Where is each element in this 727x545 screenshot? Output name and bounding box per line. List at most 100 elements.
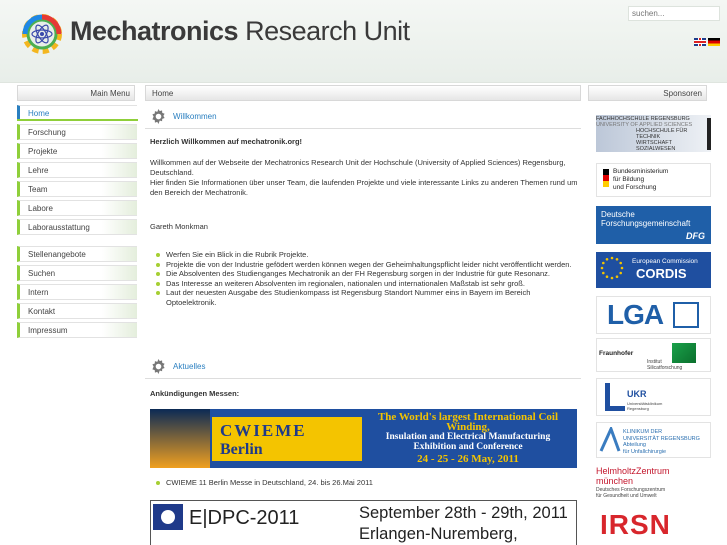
irsn-logo-text: IRSN bbox=[600, 509, 671, 540]
news-section-title: Aktuelles bbox=[145, 356, 581, 378]
sponsor-text-line: SOZIALWESEN bbox=[636, 146, 676, 152]
welcome-heading: Herzlich Willkommen auf mechatronik.org! bbox=[150, 137, 303, 146]
sponsor-text-line: Silicatforschung bbox=[647, 365, 683, 371]
welcome-paragraph-2: Hier finden Sie Informationen über unser… bbox=[150, 178, 578, 197]
nav-item-stellenangebote[interactable]: Stellenangebote bbox=[17, 246, 137, 262]
sponsor-text-line: für Bildung bbox=[613, 176, 645, 183]
fh-logo-bar bbox=[707, 118, 711, 150]
sponsor-irsn[interactable]: IRSN bbox=[596, 509, 711, 545]
sponsor-fraunhofer[interactable]: Fraunhofer Institut Silicatforschung bbox=[596, 338, 711, 372]
ukr-logo-icon bbox=[605, 383, 625, 411]
list-item: Werfen Sie ein Blick in die Rubrik Proje… bbox=[150, 250, 581, 260]
sponsor-helmholtz[interactable]: HelmholtzZentrum münchen Deutsches Forsc… bbox=[596, 464, 711, 500]
sponsors-header: Sponsoren bbox=[588, 85, 707, 101]
nav-item-suchen[interactable]: Suchen bbox=[17, 265, 137, 281]
divider bbox=[145, 378, 581, 379]
sponsor-text-line: Forschungsgemeinschaft bbox=[601, 219, 691, 228]
list-item[interactable]: CWIEME 11 Berlin Messe in Deutschland, 2… bbox=[150, 478, 586, 488]
klinikum-logo-icon bbox=[599, 427, 621, 452]
welcome-title: Willkommen bbox=[173, 112, 217, 121]
cwieme-city: Berlin bbox=[220, 441, 263, 458]
gear-icon bbox=[152, 109, 165, 124]
edpc-date: September 28th - 29th, 2011 bbox=[359, 504, 568, 522]
sponsor-text: FACHHOCHSCHULE REGENSBURG UNIVERSITY OF … bbox=[596, 116, 711, 152]
nav-item-lehre[interactable]: Lehre bbox=[17, 162, 137, 178]
main-content: Willkommen Herzlich Willkommen auf mecha… bbox=[145, 106, 581, 308]
edpc-logo-text: E|DPC-2011 bbox=[189, 507, 300, 529]
signature: Gareth Monkman bbox=[150, 222, 208, 231]
main-menu: Home Forschung Projekte Lehre Team Labor… bbox=[17, 105, 138, 238]
list-item: Laut der neuesten Ausgabe des Studienkom… bbox=[150, 288, 581, 307]
sponsor-text-line: Fraunhofer bbox=[599, 350, 634, 357]
sponsor-text-line: Bundesministerium bbox=[613, 168, 669, 175]
lga-logo-text: LGA bbox=[607, 299, 664, 330]
german-flag-icon[interactable] bbox=[708, 38, 720, 46]
german-flag-icon bbox=[603, 169, 609, 187]
site-title-rest: Research Unit bbox=[238, 16, 410, 46]
nav-item-home[interactable]: Home bbox=[17, 105, 138, 121]
nav-item-team[interactable]: Team bbox=[17, 181, 137, 197]
sponsor-cordis[interactable]: European Commission CORDIS bbox=[596, 252, 711, 288]
site-title-bold: Mechatronics bbox=[70, 16, 239, 46]
sponsor-text: Deutsches Forschungszentrum für Gesundhe… bbox=[596, 487, 665, 499]
sponsor-text: KLINIKUM DER UNIVERSITÄT REGENSBURG Abte… bbox=[623, 429, 700, 455]
news-title: Aktuelles bbox=[173, 362, 206, 371]
secondary-menu: Stellenangebote Suchen Intern Kontakt Im… bbox=[17, 246, 137, 341]
nav-item-forschung[interactable]: Forschung bbox=[17, 124, 137, 140]
sponsor-klinikum[interactable]: KLINIKUM DER UNIVERSITÄT REGENSBURG Abte… bbox=[596, 422, 711, 458]
lga-logo-icon bbox=[673, 302, 699, 328]
dfg-logo-text: DFG bbox=[686, 231, 705, 241]
edpc-location: Erlangen-Nuremberg, bbox=[359, 525, 518, 543]
logo-gear-icon[interactable] bbox=[20, 12, 64, 56]
banner-headline-2: Insulation and Electrical Manufacturing bbox=[385, 432, 551, 442]
sponsor-text: Deutsche Forschungsgemeinschaft bbox=[601, 210, 690, 228]
sponsor-text-line: für Gesundheit und Umwelt bbox=[596, 493, 657, 499]
sponsor-text: Bundesministerium für Bildung und Forsch… bbox=[613, 168, 668, 192]
gear-icon bbox=[152, 359, 165, 374]
banner-dates: 24 - 25 - 26 May, 2011 bbox=[417, 453, 519, 465]
cwieme-banner[interactable]: CWIEME Berlin The World's largest Intern… bbox=[150, 409, 577, 468]
sponsor-text: Universitätsklinikum Regensburg bbox=[627, 401, 662, 411]
breadcrumb[interactable]: Home bbox=[145, 85, 581, 101]
list-item: Das Interesse an weiteren Absolventen im… bbox=[150, 279, 581, 289]
sponsor-text-line: European Commission bbox=[632, 258, 698, 265]
sponsor-lga[interactable]: LGA bbox=[596, 296, 711, 334]
nav-item-projekte[interactable]: Projekte bbox=[17, 143, 137, 159]
welcome-paragraph-1: Willkommen auf der Webseite der Mechatro… bbox=[150, 158, 566, 177]
fraunhofer-logo-icon bbox=[672, 343, 696, 363]
news-list: CWIEME 11 Berlin Messe in Deutschland, 2… bbox=[145, 478, 586, 488]
ukr-logo-text: UKR bbox=[627, 389, 647, 399]
language-switcher bbox=[692, 38, 720, 56]
banner-headline-1: The World's largest International Coil W… bbox=[377, 411, 559, 433]
tower-image bbox=[150, 409, 210, 468]
site-header: Mechatronics Research Unit bbox=[0, 0, 727, 83]
helmholtz-logo-text: HelmholtzZentrum bbox=[596, 466, 670, 476]
site-title[interactable]: Mechatronics Research Unit bbox=[70, 16, 410, 47]
main-menu-header: Main Menu bbox=[17, 85, 135, 101]
banner-headline: The World's largest International Coil W… bbox=[362, 411, 574, 453]
search-input[interactable] bbox=[628, 6, 720, 21]
sponsor-text-line: und Forschung bbox=[613, 184, 657, 191]
sponsor-bmbf[interactable]: Bundesministerium für Bildung und Forsch… bbox=[596, 163, 711, 197]
list-item: Projekte die von der Industrie gefödert … bbox=[150, 260, 581, 270]
sponsor-fh-regensburg[interactable]: FACHHOCHSCHULE REGENSBURG UNIVERSITY OF … bbox=[596, 115, 711, 152]
welcome-section-title: Willkommen bbox=[145, 106, 581, 128]
nav-item-intern[interactable]: Intern bbox=[17, 284, 137, 300]
sponsor-text-line: für Unfallchirurgie bbox=[623, 448, 667, 455]
edpc-banner[interactable]: E|DPC-2011 September 28th - 29th, 2011 E… bbox=[150, 500, 577, 545]
list-item: Die Absolventen des Studienganges Mechat… bbox=[150, 269, 581, 279]
welcome-bullets: Werfen Sie ein Blick in die Rubrik Proje… bbox=[145, 250, 581, 308]
helmholtz-city-text: münchen bbox=[596, 476, 634, 486]
nav-item-laborausstattung[interactable]: Laborausstattung bbox=[17, 219, 137, 235]
sponsor-text-line: Regensburg bbox=[627, 406, 649, 411]
nav-item-kontakt[interactable]: Kontakt bbox=[17, 303, 137, 319]
uk-flag-icon[interactable] bbox=[694, 38, 706, 46]
eu-stars-icon bbox=[600, 256, 624, 280]
sponsor-ukr[interactable]: UKR Universitätsklinikum Regensburg bbox=[596, 378, 711, 416]
nav-item-impressum[interactable]: Impressum bbox=[17, 322, 137, 338]
sponsor-dfg[interactable]: Deutsche Forschungsgemeinschaft DFG bbox=[596, 206, 711, 244]
sponsor-text-line: Deutsche bbox=[601, 210, 635, 219]
cwieme-logo: CWIEME Berlin bbox=[212, 417, 362, 461]
edpc-logo-icon bbox=[153, 504, 183, 530]
nav-item-labore[interactable]: Labore bbox=[17, 200, 137, 216]
